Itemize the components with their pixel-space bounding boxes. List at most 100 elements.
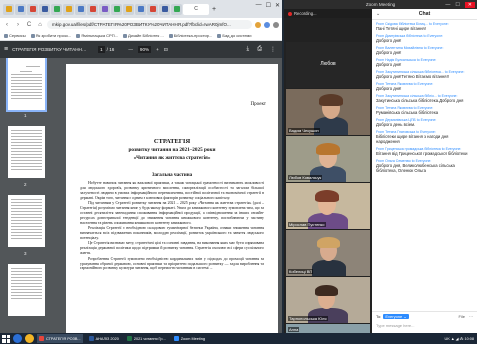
bookmark-item[interactable]: Бад до системи [217, 33, 252, 38]
tab-active-label: С [194, 6, 198, 12]
document-subtitle: розвитку читання на 2021–2025 роки [128, 147, 216, 153]
maximize-icon[interactable]: ☐ [455, 2, 459, 8]
document-subtitle: «Читання як життєва стратегія» [133, 155, 211, 161]
video-tile[interactable]: Анна [286, 324, 370, 333]
browser-tab[interactable] [147, 3, 158, 15]
participant-name: Мірослав Пустенко [288, 222, 326, 227]
message-text: Доброго дня! [376, 50, 402, 55]
bookmark-icon [168, 33, 173, 38]
close-icon[interactable]: ✕ [275, 2, 280, 9]
message-text: Пані Тетяні щире вітання! [376, 26, 426, 31]
video-tile[interactable]: Вадим Чекушин [286, 89, 370, 135]
chevron-down-icon[interactable]: ⌄ [376, 11, 380, 17]
bookmark-item[interactable]: Бібліотека-простир... [168, 33, 212, 38]
word-icon [88, 336, 94, 341]
page-thumbnail[interactable] [6, 58, 47, 112]
browser-tab[interactable] [99, 3, 110, 15]
browser-tab[interactable] [51, 3, 62, 15]
chat-footer: To: Everyone ⌄ File ··· Type message her… [372, 311, 477, 333]
recipient-select[interactable]: Everyone ⌄ [383, 314, 409, 319]
windows-start-icon[interactable] [2, 334, 10, 343]
home-icon[interactable]: ⌂ [36, 22, 44, 28]
file-button[interactable]: File [459, 314, 465, 319]
chat-message: From Тетяна Яковлєва to Everyone: Руманів… [376, 106, 473, 115]
close-icon[interactable]: ✕ [464, 1, 475, 8]
video-tile[interactable]: Тарнопольська Юля [286, 277, 370, 323]
browser-tab[interactable] [75, 3, 86, 15]
bookmark-item[interactable]: Дизайн Бібліотек ... [122, 33, 164, 38]
url-input[interactable]: mkip.gov.ua/files/pdf/СТРАТЕГІЯ%20РОЗВИТ… [47, 20, 252, 29]
video-tile[interactable]: Мірослав Пустенко [286, 183, 370, 229]
download-icon[interactable]: ⤓ [247, 46, 250, 53]
page-thumbnail[interactable] [8, 264, 45, 316]
tab-favicon-icon [125, 6, 132, 12]
paragraph: Це Стратегія визначає мету, стратегічні … [80, 241, 264, 256]
back-icon[interactable]: ‹ [3, 22, 11, 28]
section-heading: Загальна частина [151, 173, 193, 178]
chat-message: From Скідова бібліотека Білиц... to Ever… [376, 22, 473, 31]
browser-tab[interactable] [171, 3, 182, 15]
chat-input[interactable]: Type message here... [376, 323, 473, 328]
bookmark-item[interactable]: Сервисы [4, 33, 26, 38]
browser-tab[interactable] [39, 3, 50, 15]
page-number-input[interactable]: 1 [98, 46, 105, 53]
paragraph: Під читанням у Стратегії розвитку читанн… [80, 201, 264, 225]
message-text: Закутинська сільська бібліотека.Доброго … [376, 98, 464, 103]
browser-tab[interactable] [27, 3, 38, 15]
video-tile[interactable]: Кобелиці ВП [286, 230, 370, 276]
browser-tab-active[interactable]: С [183, 3, 209, 15]
video-tile[interactable]: Любов Ковальчук [286, 136, 370, 182]
browser-tab[interactable] [123, 3, 134, 15]
browser-tab[interactable] [87, 3, 98, 15]
page-total: / 16 [106, 47, 115, 52]
chat-panel: ⌄ Chat From Скідова бібліотека Білиц... … [372, 9, 477, 333]
browser-tab[interactable] [159, 3, 170, 15]
minimize-icon[interactable]: — [256, 2, 262, 9]
profile-icon[interactable] [273, 21, 279, 28]
taskbar-task[interactable]: Zoom Meeting [172, 334, 207, 343]
zoom-controls: — 90% + ⊡ [128, 46, 168, 53]
bookmarks-bar: Сервисы Як зробити прозо... Ямільнацька … [0, 31, 282, 41]
browser-tab[interactable] [63, 3, 74, 15]
page-thumbnail[interactable] [8, 126, 45, 178]
zoom-in-button[interactable]: + [156, 47, 159, 52]
fit-page-icon[interactable]: ⊡ [164, 47, 168, 53]
more-options-icon[interactable]: ⋮ [270, 46, 276, 53]
new-tab-button[interactable]: + [212, 6, 216, 13]
minimize-icon[interactable]: — [445, 2, 450, 8]
reload-icon[interactable]: C [25, 22, 33, 28]
tab-favicon-icon [113, 6, 120, 12]
message-text: Доброго дня! [376, 62, 402, 67]
edge-browser-icon[interactable] [13, 334, 22, 343]
bookmark-icon [30, 33, 35, 38]
maximize-icon[interactable]: ☐ [266, 2, 271, 9]
print-icon[interactable]: ⎙ [257, 46, 262, 53]
video-tile[interactable]: Любов [286, 42, 370, 88]
bookmark-item[interactable]: Як зробити прозо... [30, 33, 71, 38]
browser-tab[interactable] [3, 3, 14, 15]
address-bar: ‹ › C ⌂ mkip.gov.ua/files/pdf/СТРАТЕГІЯ%… [0, 18, 282, 31]
browser-tab[interactable] [15, 3, 26, 15]
chat-message: From Закутининська сільська бібліо... to… [376, 94, 473, 103]
bookmark-item[interactable]: Ямільнацька СРП... [76, 33, 118, 38]
more-icon[interactable]: ··· [469, 314, 473, 319]
zoom-value[interactable]: 90% [137, 46, 152, 53]
zoom-out-button[interactable]: — [128, 47, 133, 52]
chat-message: From Гриценська громадська бібліотека to… [376, 147, 473, 156]
menu-icon[interactable]: ≡ [4, 46, 8, 53]
pdf-viewer[interactable]: Проект СТРАТЕГІЯ розвитку читання на 202… [62, 58, 282, 333]
taskbar-task[interactable]: АНАЛІЗ 2020 [87, 334, 121, 343]
browser-tab[interactable] [135, 3, 146, 15]
browser-tab[interactable] [111, 3, 122, 15]
chat-message: From Дерманівська ЦПБ to Everyone: Доброг… [376, 118, 473, 127]
bookmark-icon [76, 33, 81, 38]
extension-icon[interactable] [255, 21, 261, 28]
file-explorer-icon[interactable] [25, 334, 34, 343]
extension-icon[interactable] [264, 21, 270, 28]
page-thumbnail[interactable] [8, 195, 45, 247]
recording-icon [288, 11, 292, 16]
taskbar-task[interactable]: СТРАТЕГІЯ РОЗВ... [37, 334, 83, 343]
system-tray[interactable]: UK ▲ ◢ ⁂ 10:08 [445, 336, 474, 341]
taskbar-task[interactable]: 2021 читання Гр... [125, 334, 168, 343]
forward-icon[interactable]: › [14, 22, 22, 28]
